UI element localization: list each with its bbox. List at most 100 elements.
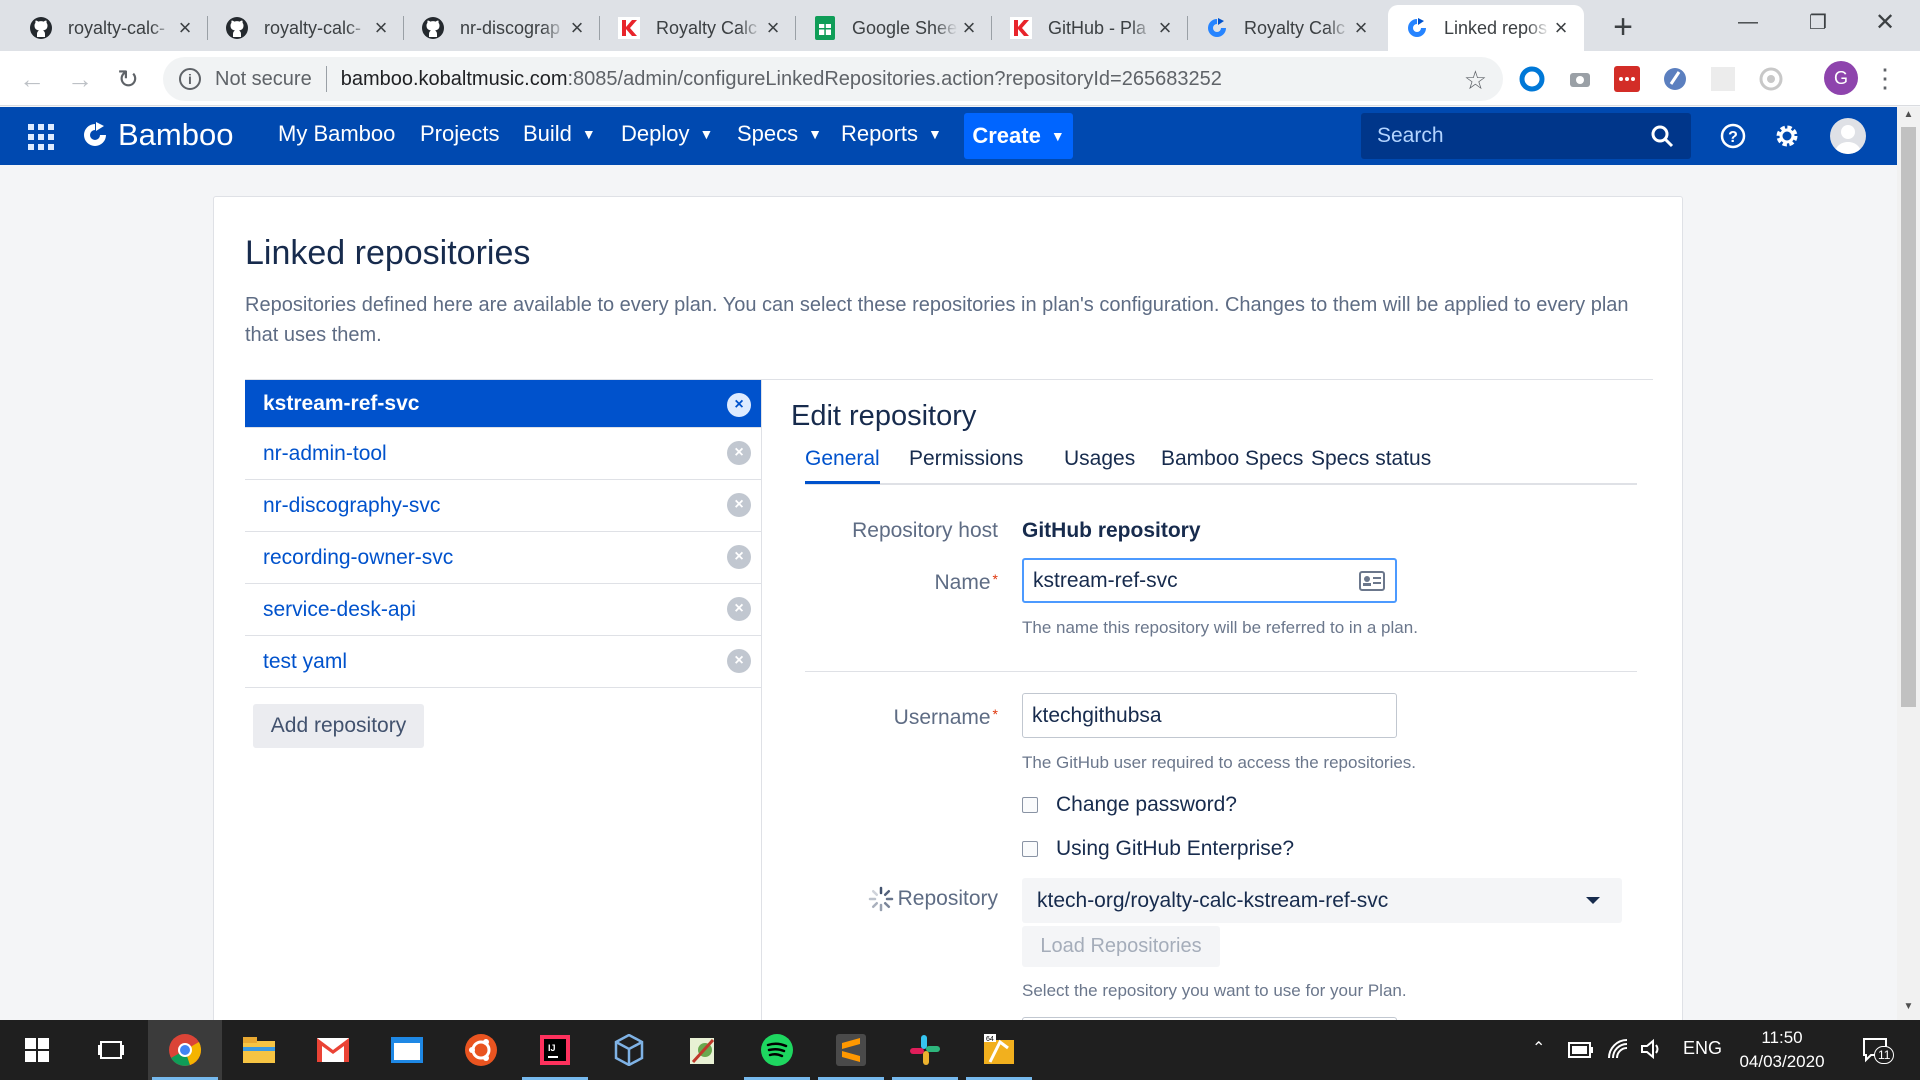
profile-avatar[interactable]: G: [1824, 61, 1858, 95]
restore-icon[interactable]: ❐: [1783, 0, 1853, 44]
search-icon[interactable]: [1649, 123, 1675, 149]
extension-camera-icon[interactable]: [1565, 64, 1595, 94]
browser-tab[interactable]: GitHub - Pla ×: [992, 5, 1188, 51]
intellij-icon[interactable]: IJ: [518, 1020, 592, 1080]
repository-item[interactable]: service-desk-api ×: [245, 584, 761, 636]
bamboo-logo[interactable]: Bamboo: [80, 117, 233, 153]
spotify-icon[interactable]: [740, 1020, 814, 1080]
settings-gear-icon[interactable]: [1772, 121, 1802, 151]
close-tab-icon[interactable]: ×: [762, 15, 784, 41]
remove-repository-icon[interactable]: ×: [727, 493, 751, 517]
extension-target-icon[interactable]: [1756, 64, 1786, 94]
remove-repository-icon[interactable]: ×: [727, 441, 751, 465]
window-close-icon[interactable]: ✕: [1850, 0, 1920, 44]
info-icon[interactable]: i: [179, 68, 201, 90]
chrome-taskbar-icon[interactable]: [148, 1020, 222, 1080]
window-app-icon[interactable]: [370, 1020, 444, 1080]
extension-shield-icon[interactable]: [1660, 64, 1690, 94]
virtualbox-icon[interactable]: [592, 1020, 666, 1080]
nav-specs[interactable]: Specs ▼: [737, 121, 822, 147]
minimize-icon[interactable]: —: [1713, 0, 1783, 44]
scrollbar-thumb[interactable]: [1901, 127, 1916, 707]
nav-projects[interactable]: Projects: [420, 121, 499, 147]
language-indicator[interactable]: ENG: [1683, 1038, 1722, 1059]
taskbar-clock[interactable]: 11:50 04/03/2020: [1722, 1026, 1842, 1074]
close-tab-icon[interactable]: ×: [1550, 15, 1572, 41]
repository-select[interactable]: ktech-org/royalty-calc-kstream-ref-svc: [1022, 878, 1622, 923]
close-tab-icon[interactable]: ×: [566, 15, 588, 41]
remove-repository-icon[interactable]: ×: [727, 393, 751, 417]
help-icon[interactable]: ?: [1718, 121, 1748, 151]
add-repository-button[interactable]: Add repository: [253, 704, 424, 748]
repository-item[interactable]: recording-owner-svc ×: [245, 532, 761, 584]
scroll-up-icon[interactable]: ▲: [1897, 109, 1920, 120]
battery-icon[interactable]: [1568, 1042, 1594, 1058]
app-switcher-icon[interactable]: [28, 124, 54, 150]
close-tab-icon[interactable]: ×: [1350, 15, 1372, 41]
browser-tab[interactable]: nr-discograp ×: [404, 5, 600, 51]
create-button[interactable]: Create ▼: [964, 113, 1073, 159]
close-tab-icon[interactable]: ×: [958, 15, 980, 41]
extension-circle-icon[interactable]: [1517, 64, 1547, 94]
browser-tab[interactable]: royalty-calc- ×: [12, 5, 208, 51]
load-repositories-button[interactable]: Load Repositories: [1022, 926, 1220, 967]
windows-start-icon[interactable]: [0, 1020, 74, 1080]
checkbox-box[interactable]: [1022, 797, 1038, 813]
page-scrollbar[interactable]: ▲ ▼: [1897, 107, 1920, 1020]
search-input[interactable]: Search: [1361, 113, 1691, 159]
scroll-down-icon[interactable]: ▼: [1897, 1001, 1920, 1012]
tab-usages[interactable]: Usages: [1064, 447, 1135, 471]
git-kraken-icon[interactable]: 64: [962, 1020, 1036, 1080]
file-explorer-icon[interactable]: [222, 1020, 296, 1080]
browser-tab[interactable]: Royalty Calc ×: [600, 5, 796, 51]
reload-icon[interactable]: ↻: [108, 61, 148, 97]
browser-menu-icon[interactable]: ⋮: [1870, 60, 1900, 96]
task-view-icon[interactable]: [74, 1020, 148, 1080]
new-tab-icon[interactable]: +: [1603, 7, 1643, 47]
sublime-text-icon[interactable]: [814, 1020, 888, 1080]
repository-item[interactable]: test yaml ×: [245, 636, 761, 688]
close-tab-icon[interactable]: ×: [174, 15, 196, 41]
ubuntu-icon[interactable]: [444, 1020, 518, 1080]
close-tab-icon[interactable]: ×: [370, 15, 392, 41]
remove-repository-icon[interactable]: ×: [727, 649, 751, 673]
wifi-icon[interactable]: [1607, 1038, 1631, 1060]
browser-tab[interactable]: Royalty Calc ×: [1188, 5, 1384, 51]
nav-my-bamboo[interactable]: My Bamboo: [278, 121, 395, 147]
repository-item[interactable]: nr-admin-tool ×: [245, 428, 761, 480]
address-bar[interactable]: i Not secure bamboo.kobaltmusic.com:8085…: [163, 57, 1503, 101]
tab-permissions[interactable]: Permissions: [909, 447, 1023, 471]
user-avatar[interactable]: [1830, 118, 1866, 154]
browser-tab[interactable]: Google Shee ×: [796, 5, 992, 51]
remove-repository-icon[interactable]: ×: [727, 597, 751, 621]
browser-tab-active[interactable]: Linked repos ×: [1388, 5, 1584, 51]
back-icon[interactable]: ←: [12, 61, 52, 97]
change-password-checkbox[interactable]: Change password?: [1022, 793, 1237, 817]
nav-reports[interactable]: Reports ▼: [841, 121, 942, 147]
forward-icon[interactable]: →: [60, 61, 100, 97]
checkbox-box[interactable]: [1022, 841, 1038, 857]
github-enterprise-checkbox[interactable]: Using GitHub Enterprise?: [1022, 837, 1294, 861]
notification-center-icon[interactable]: 11: [1862, 1036, 1895, 1064]
remove-repository-icon[interactable]: ×: [727, 545, 751, 569]
extension-lastpass-icon[interactable]: [1612, 64, 1642, 94]
tab-general[interactable]: General: [805, 447, 880, 484]
tray-expand-icon[interactable]: ⌃: [1532, 1038, 1545, 1058]
volume-icon[interactable]: [1640, 1038, 1664, 1060]
notepad-plus-icon[interactable]: [666, 1020, 740, 1080]
tab-bamboo-specs[interactable]: Bamboo Specs: [1161, 447, 1303, 471]
nav-build[interactable]: Build ▼: [523, 121, 596, 147]
repository-item-selected[interactable]: kstream-ref-svc ×: [245, 380, 761, 428]
username-field[interactable]: ktechgithubsa: [1022, 693, 1397, 738]
name-field[interactable]: kstream-ref-svc: [1022, 558, 1397, 603]
extension-grid-icon[interactable]: [1708, 64, 1738, 94]
tab-specs-status[interactable]: Specs status: [1311, 447, 1431, 471]
nav-deploy[interactable]: Deploy ▼: [621, 121, 713, 147]
close-tab-icon[interactable]: ×: [1154, 15, 1176, 41]
contact-card-icon[interactable]: [1359, 571, 1385, 591]
repository-item[interactable]: nr-discography-svc ×: [245, 480, 761, 532]
browser-tab[interactable]: royalty-calc- ×: [208, 5, 404, 51]
slack-icon[interactable]: [888, 1020, 962, 1080]
gmail-icon[interactable]: [296, 1020, 370, 1080]
bookmark-star-icon[interactable]: ☆: [1464, 65, 1487, 96]
